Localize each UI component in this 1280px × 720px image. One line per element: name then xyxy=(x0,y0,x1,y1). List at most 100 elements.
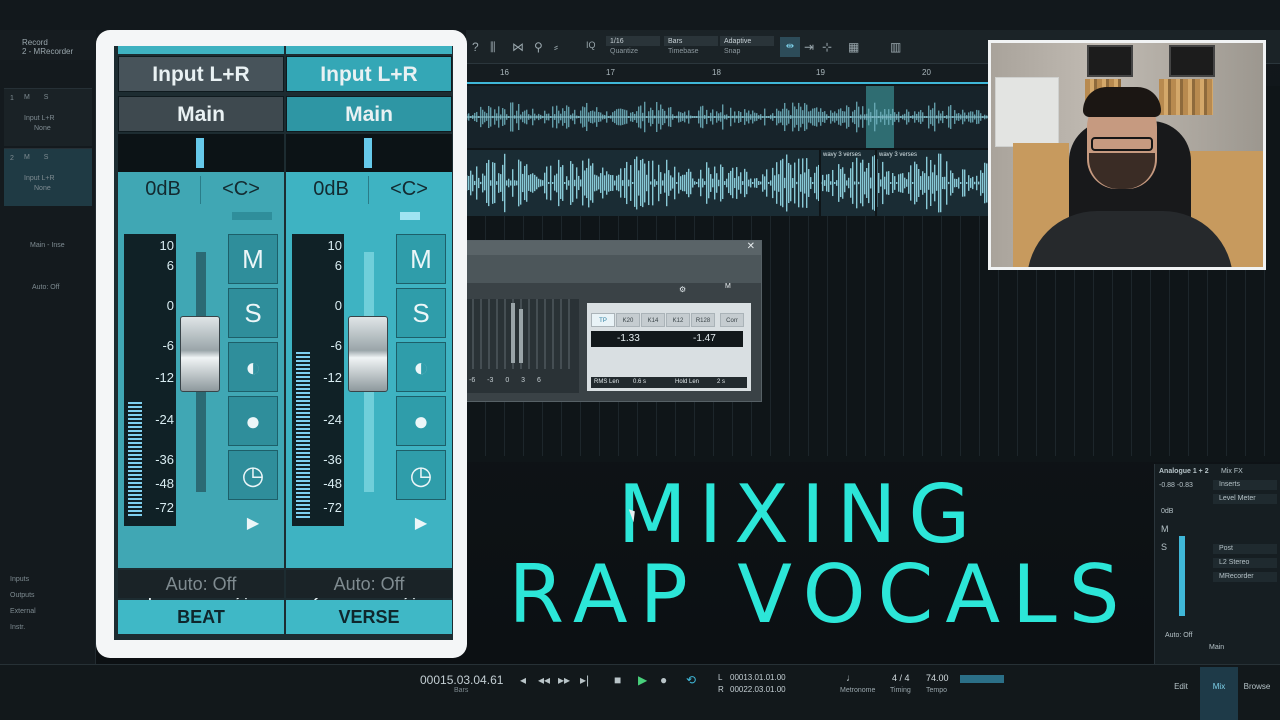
audio-clip-verse[interactable]: wavy 3 verses wavy 3 verses xyxy=(466,150,988,216)
gear-icon[interactable]: ⚙ xyxy=(679,285,686,294)
record-icon[interactable]: ● xyxy=(660,673,667,687)
level-meter-plugin[interactable]: ✕ ⚙ M -6 -3 0 3 6 TP K20 K14 K12 R128 Corr -1… xyxy=(466,240,762,402)
automation-mode[interactable]: Auto: Off xyxy=(118,570,284,598)
track-input[interactable]: Input L+R xyxy=(24,115,55,122)
channel-name[interactable]: BEAT xyxy=(118,600,284,634)
inspector-gain[interactable]: 0dB xyxy=(1161,508,1173,515)
forward-end-icon[interactable]: ▸| xyxy=(580,673,589,687)
io-outputs[interactable]: Outputs xyxy=(10,592,35,599)
track-header-sub: 2 - MRecorder xyxy=(22,47,74,56)
waveform-sample xyxy=(612,175,614,191)
gain-value[interactable]: 0dB xyxy=(126,178,200,201)
forward-icon[interactable]: ▸▸ xyxy=(558,673,570,687)
tempo-value[interactable]: 74.00 xyxy=(926,673,949,683)
inspector-mute[interactable]: M xyxy=(1161,524,1169,534)
snap-end-icon[interactable]: ⇥ xyxy=(804,40,814,54)
tab-corr[interactable]: Corr xyxy=(720,313,744,327)
plugin-titlebar[interactable] xyxy=(467,241,761,255)
input-select[interactable]: Input L+R xyxy=(286,56,452,92)
hold-select[interactable]: 2 s xyxy=(717,377,725,388)
tempo-icon[interactable]: ⸗ xyxy=(554,40,558,54)
monitor-icon[interactable]: ◐ xyxy=(228,342,278,392)
inspector-solo[interactable]: S xyxy=(1161,542,1167,552)
pan-value[interactable]: <C> xyxy=(206,178,276,201)
input-select[interactable]: Input L+R xyxy=(118,56,284,92)
solo-button[interactable]: S xyxy=(228,288,278,338)
zoom-icon[interactable]: ⚲ xyxy=(534,40,543,54)
mix-fx-label[interactable]: Mix FX xyxy=(1221,468,1243,475)
snap-toggle-icon[interactable]: ⇹ xyxy=(780,37,800,57)
pan-value[interactable]: <C> xyxy=(374,178,444,201)
stop-icon[interactable]: ■ xyxy=(614,673,621,687)
rewind-start-icon[interactable]: ◂ xyxy=(520,673,526,687)
channel-name[interactable]: VERSE xyxy=(286,600,452,634)
play-icon[interactable]: ▶ xyxy=(638,673,647,687)
inserts-header[interactable]: Inserts xyxy=(1213,480,1277,490)
gain-value[interactable]: 0dB xyxy=(294,178,368,201)
insert-level-meter[interactable]: Level Meter xyxy=(1213,494,1277,504)
track-mute-solo[interactable]: M S xyxy=(24,154,54,161)
metronome-icon[interactable]: ♩ xyxy=(846,673,856,684)
quantize-select[interactable]: 1/16 Quantize xyxy=(606,36,660,58)
track-row-1[interactable]: 1 M S Input L+R None xyxy=(4,88,92,146)
record-icon[interactable]: ● xyxy=(228,396,278,446)
send-l2-stereo[interactable]: L2 Stereo xyxy=(1213,558,1277,568)
tab-mix[interactable]: Mix xyxy=(1200,667,1238,720)
loop-start[interactable]: 00013.01.01.00 xyxy=(730,673,786,682)
record-icon[interactable]: ● xyxy=(396,396,446,446)
send-mrecorder[interactable]: MRecorder xyxy=(1213,572,1277,582)
close-icon[interactable]: ✕ xyxy=(747,241,755,252)
time-display[interactable]: 00015.03.04.61 xyxy=(420,673,503,687)
volume-fader-handle[interactable] xyxy=(180,316,220,392)
send-post[interactable]: Post xyxy=(1213,544,1277,554)
output-select[interactable]: Main xyxy=(118,96,284,132)
snap-select[interactable]: Adaptive Snap xyxy=(720,36,774,58)
audio-bend-icon[interactable]: ⫼ xyxy=(490,40,496,55)
timer-icon[interactable]: ◷ xyxy=(228,450,278,500)
tab-r128[interactable]: R128 xyxy=(691,313,715,327)
view-icon[interactable]: ▥ xyxy=(890,40,901,54)
volume-fader-handle[interactable] xyxy=(348,316,388,392)
play-icon[interactable]: ▶ xyxy=(228,504,278,544)
timebase-select[interactable]: Bars Timebase xyxy=(664,36,718,58)
io-instr[interactable]: Instr. xyxy=(10,624,25,631)
tab-tp[interactable]: TP xyxy=(591,313,615,327)
solo-button[interactable]: S xyxy=(396,288,446,338)
monitor-icon[interactable]: ◐ xyxy=(396,342,446,392)
timeline-ruler[interactable]: 16 17 18 19 20 xyxy=(466,64,988,84)
track-mute-solo[interactable]: M S xyxy=(24,94,54,101)
track-row-2[interactable]: 2 M S Input L+R None xyxy=(4,148,92,206)
rewind-icon[interactable]: ◂◂ xyxy=(538,673,550,687)
snap-cursor-icon[interactable]: ⊹ xyxy=(822,40,832,54)
insert-slot[interactable] xyxy=(118,134,284,172)
loop-end[interactable]: 00022.03.01.00 xyxy=(730,685,786,694)
io-external[interactable]: External xyxy=(10,608,36,615)
track-output[interactable]: None xyxy=(34,125,51,132)
split-icon[interactable]: ⋈ xyxy=(512,40,524,54)
inspector-auto[interactable]: Auto: Off xyxy=(1165,632,1193,639)
rms-select[interactable]: 0.6 s xyxy=(633,377,646,388)
track-output[interactable]: None xyxy=(34,185,51,192)
tab-k20[interactable]: K20 xyxy=(616,313,640,327)
automation-mode[interactable]: Auto: Off xyxy=(286,570,452,598)
tab-k12[interactable]: K12 xyxy=(666,313,690,327)
insert-slot[interactable] xyxy=(286,134,452,172)
mute-button[interactable]: M xyxy=(396,234,446,284)
play-icon[interactable]: ▶ xyxy=(396,504,446,544)
timing-value[interactable]: 4 / 4 xyxy=(892,673,910,683)
grid-icon[interactable]: ▦ xyxy=(848,40,859,54)
timer-icon[interactable]: ◷ xyxy=(396,450,446,500)
waveform-sample xyxy=(620,168,622,198)
tab-k14[interactable]: K14 xyxy=(641,313,665,327)
output-select[interactable]: Main xyxy=(286,96,452,132)
loop-icon[interactable]: ⟲ xyxy=(686,673,696,687)
mute-button[interactable]: M xyxy=(228,234,278,284)
tab-edit[interactable]: Edit xyxy=(1162,667,1200,720)
iq-label[interactable]: IQ xyxy=(586,40,596,50)
help-icon[interactable]: ? xyxy=(472,40,479,54)
tab-browse[interactable]: Browse xyxy=(1238,667,1276,720)
track-input[interactable]: Input L+R xyxy=(24,175,55,182)
inspector-output[interactable]: Main xyxy=(1209,644,1224,651)
audio-clip-beat[interactable] xyxy=(466,86,988,148)
io-inputs[interactable]: Inputs xyxy=(10,576,29,583)
